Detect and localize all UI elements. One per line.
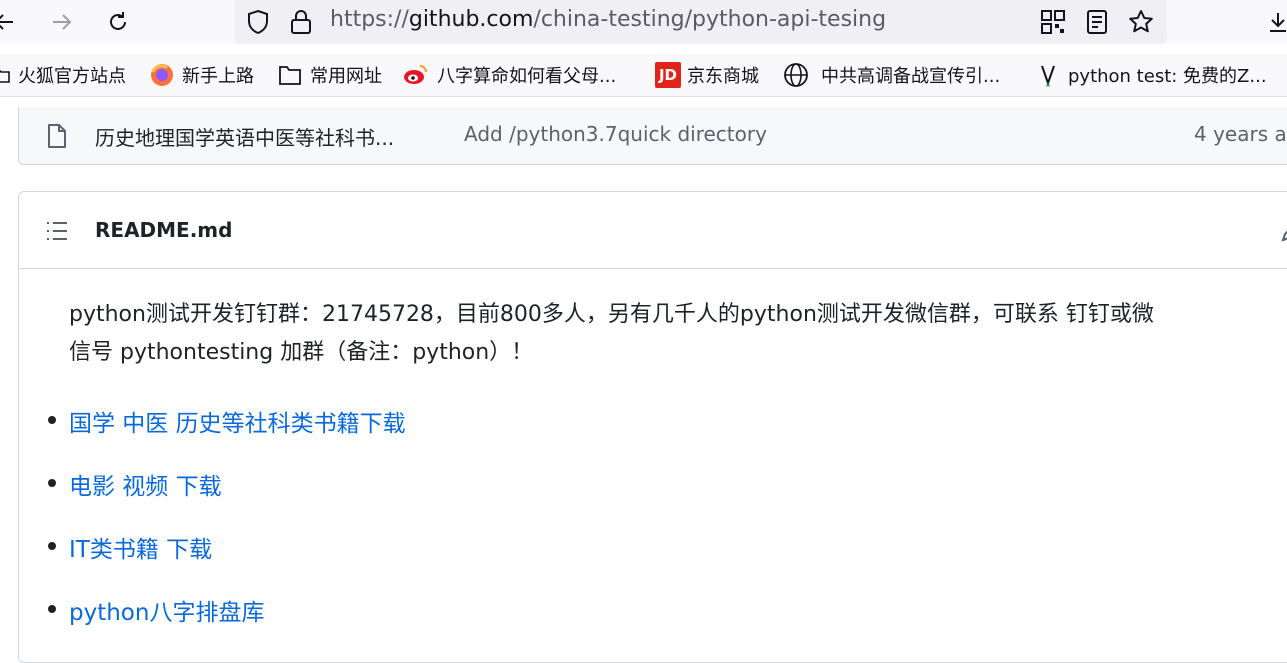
bullet-dot xyxy=(48,479,56,487)
readme-panel: README.md python测试开发钉钉群：21745728，目前800多人… xyxy=(18,191,1287,663)
readme-content: python测试开发钉钉群：21745728，目前800多人，另有几千人的pyt… xyxy=(69,296,1284,372)
bullet-dot xyxy=(48,416,56,424)
paragraph-line-2: 信号 pythontesting 加群（备注：python）！ xyxy=(69,340,534,365)
file-icon xyxy=(46,123,68,153)
bookmark-label: 京东商城 xyxy=(687,66,759,87)
download-icon[interactable] xyxy=(1260,4,1287,40)
list-item: 电影 视频 下载 xyxy=(48,467,222,501)
forward-arrow-icon[interactable] xyxy=(44,4,80,40)
browser-toolbar: https://github.com/china-testing/python-… xyxy=(0,0,1287,44)
v-logo-icon xyxy=(1041,65,1055,87)
bookmark-bazi[interactable]: 八字算命如何看父母... xyxy=(403,54,616,96)
weibo-icon xyxy=(404,65,427,84)
link-books-download[interactable]: 国学 中医 历史等社科类书籍下载 xyxy=(69,411,406,437)
url-text[interactable]: https://github.com/china-testing/python-… xyxy=(330,7,886,32)
bookmark-firefox-site[interactable]: 火狐官方站点 xyxy=(0,54,126,96)
bookmark-label: 常用网址 xyxy=(310,66,382,87)
bookmark-getting-started[interactable]: 新手上路 xyxy=(150,54,254,96)
bookmark-jd[interactable]: JD 京东商城 xyxy=(655,54,759,96)
reader-view-icon[interactable] xyxy=(1085,9,1109,39)
bookmark-label: 新手上路 xyxy=(182,66,254,87)
link-it-books-download[interactable]: IT类书籍 下载 xyxy=(69,537,212,563)
github-page: 历史地理国学英语中医等社科书... Add /python3.7quick di… xyxy=(0,97,1287,663)
file-list-row: 历史地理国学英语中医等社科书... Add /python3.7quick di… xyxy=(18,107,1287,165)
bookmarks-bar: 火狐官方站点 新手上路 常用网址 八字算命如何看父母... JD 京东商城 中共… xyxy=(0,54,1287,97)
bullet-dot xyxy=(48,605,56,613)
readme-header: README.md xyxy=(19,192,1287,269)
jd-icon: JD xyxy=(655,62,681,88)
link-movies-download[interactable]: 电影 视频 下载 xyxy=(69,474,222,500)
url-bar[interactable]: https://github.com/china-testing/python-… xyxy=(234,0,1167,44)
bookmark-label: 火狐官方站点 xyxy=(18,66,126,87)
star-bookmark-icon[interactable] xyxy=(1127,8,1155,40)
bookmark-label: python test: 免费的Z... xyxy=(1068,66,1267,87)
commit-message-link[interactable]: Add /python3.7quick directory xyxy=(464,122,767,146)
folder-icon xyxy=(279,66,301,85)
shield-icon[interactable] xyxy=(244,8,272,40)
edit-pencil-icon[interactable] xyxy=(1279,220,1287,248)
file-name-link[interactable]: 历史地理国学英语中医等社科书... xyxy=(95,122,394,151)
back-arrow-icon[interactable] xyxy=(0,4,22,40)
bookmark-label: 八字算命如何看父母... xyxy=(437,66,617,87)
lock-icon[interactable] xyxy=(288,8,314,40)
bookmark-python-test[interactable]: python test: 免费的Z... xyxy=(1036,54,1267,96)
commit-time: 4 years ag xyxy=(1194,122,1287,146)
bookmark-common-sites[interactable]: 常用网址 xyxy=(278,54,382,96)
readme-paragraph: python测试开发钉钉群：21745728，目前800多人，另有几千人的pyt… xyxy=(69,296,1284,372)
list-outline-icon[interactable] xyxy=(45,220,69,246)
paragraph-line-1: python测试开发钉钉群：21745728，目前800多人，另有几千人的pyt… xyxy=(69,302,1154,327)
url-path: /china-testing/python-api-tesing xyxy=(533,7,887,32)
firefox-icon xyxy=(151,64,173,86)
list-item: 国学 中医 历史等社科类书籍下载 xyxy=(48,404,406,438)
qr-code-icon[interactable] xyxy=(1040,9,1066,39)
globe-icon xyxy=(784,63,808,87)
url-host: github.com xyxy=(408,7,534,32)
folder-icon xyxy=(0,69,10,83)
list-item: IT类书籍 下载 xyxy=(48,530,212,564)
bookmark-news[interactable]: 中共高调备战宣传引... xyxy=(783,54,1000,96)
link-python-bazi[interactable]: python八字排盘库 xyxy=(69,600,264,626)
readme-title: README.md xyxy=(95,218,233,242)
list-item: python八字排盘库 xyxy=(48,593,264,627)
bullet-dot xyxy=(48,542,56,550)
bookmark-label: 中共高调备战宣传引... xyxy=(821,66,1001,87)
url-scheme: https:// xyxy=(330,7,409,32)
reload-icon[interactable] xyxy=(100,4,136,40)
